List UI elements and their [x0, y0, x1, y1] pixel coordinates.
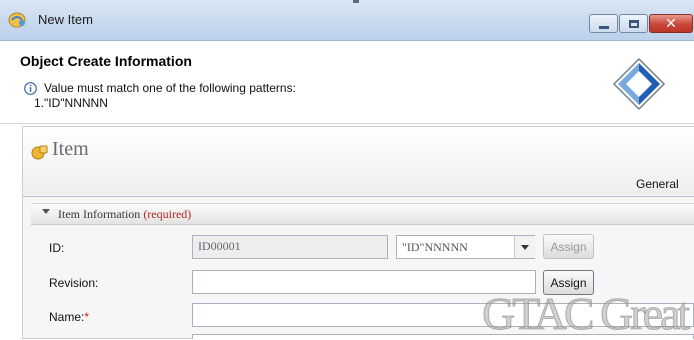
dropdown-triangle — [521, 244, 529, 250]
info-icon — [24, 82, 37, 95]
tab-divider — [23, 196, 694, 197]
chevron-down-icon[interactable] — [514, 236, 535, 258]
section-label: Item Information (required) — [58, 207, 191, 222]
watermark: GTAC Great — [481, 288, 690, 340]
item-icon — [31, 143, 49, 161]
assign-id-button[interactable]: Assign — [543, 234, 594, 259]
maximize-icon — [628, 19, 639, 28]
item-header — [23, 127, 694, 195]
section-label-text: Item Information — [58, 207, 141, 221]
info-message: Value must match one of the following pa… — [44, 81, 296, 95]
diamond-wizard-icon — [608, 53, 670, 115]
maximize-button[interactable] — [619, 14, 648, 33]
tab-general[interactable]: General — [636, 177, 679, 191]
name-label-text: Name: — [49, 310, 85, 324]
collapse-arrow-icon[interactable] — [42, 209, 50, 214]
close-button[interactable]: ✕ — [649, 14, 693, 33]
top-resize-tick — [353, 0, 359, 3]
id-field[interactable]: ID00001 — [192, 235, 388, 259]
required-asterisk: * — [84, 310, 90, 324]
item-heading: Item — [52, 138, 89, 160]
required-tag: (required) — [143, 207, 192, 221]
revision-label: Revision: — [49, 276, 99, 290]
header-title: Object Create Information — [20, 53, 192, 69]
close-icon: ✕ — [665, 15, 677, 32]
minimize-icon — [598, 25, 609, 29]
minimize-button[interactable] — [589, 14, 618, 33]
name-label: Name:* — [49, 310, 89, 324]
app-icon — [8, 11, 28, 29]
id-pattern-value: "ID"NNNNN — [402, 240, 468, 254]
id-label: ID: — [49, 241, 65, 255]
pattern-line: 1."ID"NNNNN — [34, 96, 108, 110]
header-separator — [0, 123, 694, 124]
window-title: New Item — [38, 12, 93, 27]
